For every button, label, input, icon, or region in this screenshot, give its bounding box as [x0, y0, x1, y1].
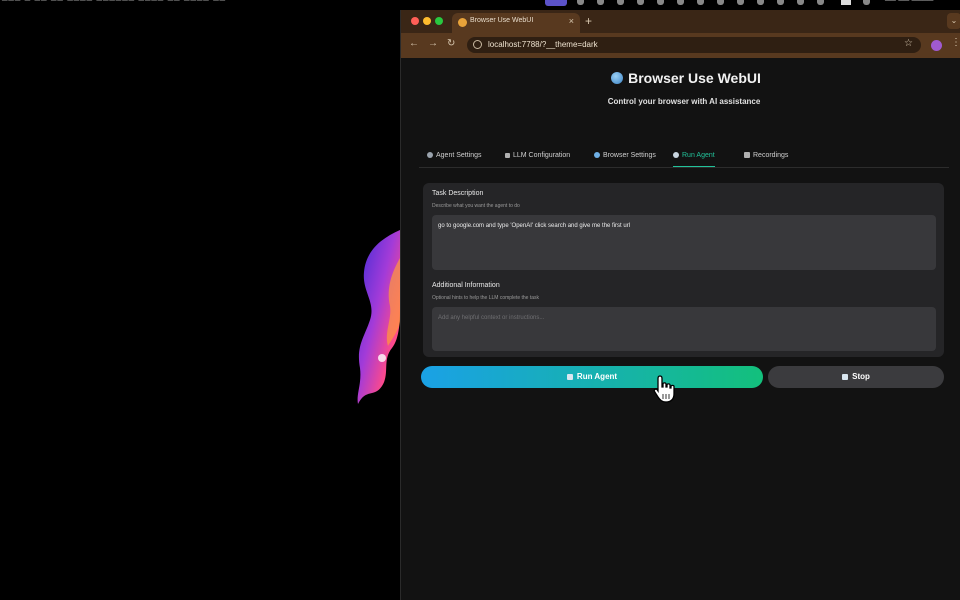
menubar-status-area: ━━ ━━ ━━━━ — [545, 0, 960, 6]
browser-tab[interactable]: Browser Use WebUI × — [452, 13, 580, 33]
tab-agent-settings[interactable]: Agent Settings — [427, 152, 482, 166]
bookmark-star-icon[interactable]: ☆ — [904, 38, 913, 49]
tab-search-button[interactable]: ⌄ — [947, 13, 960, 29]
task-description-label: Task Description — [432, 190, 484, 197]
gear-icon — [427, 152, 433, 158]
run-agent-button[interactable]: Run Agent — [421, 366, 763, 388]
macos-menubar: ━━━ ━ ━━ ━━ ━━━━ ━━━━━━ ━━━━ ━━ ━━━━ ━━ … — [0, 0, 960, 6]
webui-app: Browser Use WebUI Control your browser w… — [401, 58, 960, 600]
robot-icon — [673, 152, 679, 158]
task-description-hint: Describe what you want the agent to do — [432, 203, 520, 209]
stop-label-wrap: Stop — [768, 372, 944, 381]
stop-label: Stop — [852, 372, 870, 381]
additional-information-label: Additional Information — [432, 282, 500, 289]
favicon-icon — [458, 18, 467, 27]
tab-label: Agent Settings — [436, 152, 482, 159]
tab-llm-configuration[interactable]: LLM Configuration — [505, 152, 570, 166]
menubar-status-icon[interactable] — [677, 0, 684, 5]
menubar-status-icon[interactable] — [577, 0, 584, 5]
browser-menu-button[interactable]: ⋮ — [951, 37, 960, 48]
tab-label: Recordings — [753, 152, 789, 159]
film-icon — [744, 152, 750, 158]
browser-window: Browser Use WebUI × + ⌄ ← → ↻ localhost:… — [400, 10, 960, 600]
new-tab-button[interactable]: + — [585, 14, 592, 28]
page-title-text: Browser Use WebUI — [628, 70, 761, 86]
browser-tab-strip: Browser Use WebUI × + ⌄ — [401, 10, 960, 33]
window-minimize-button[interactable] — [423, 17, 431, 25]
tab-run-agent[interactable]: Run Agent — [673, 152, 715, 167]
battery-icon[interactable] — [841, 0, 851, 5]
tab-label: LLM Configuration — [513, 152, 571, 159]
run-agent-label-wrap: Run Agent — [421, 372, 763, 381]
browser-toolbar: ← → ↻ localhost:7788/?__theme=dark ☆ ⋮ — [401, 33, 960, 58]
window-zoom-button[interactable] — [435, 17, 443, 25]
browser-tab-title: Browser Use WebUI — [470, 17, 534, 24]
task-panel: Task Description Describe what you want … — [423, 183, 944, 357]
menubar-status-icon[interactable] — [737, 0, 744, 5]
address-bar[interactable]: localhost:7788/?__theme=dark ☆ — [467, 37, 921, 53]
app-tab-bar: Agent Settings LLM Configuration Browser… — [419, 152, 949, 168]
additional-information-hint: Optional hints to help the LLM complete … — [432, 295, 540, 301]
menubar-status-icon[interactable] — [697, 0, 704, 5]
menubar-clock[interactable]: ━━ ━━ ━━━━ — [885, 0, 933, 6]
close-tab-icon[interactable]: × — [569, 16, 574, 26]
tab-browser-settings[interactable]: Browser Settings — [594, 152, 656, 166]
task-description-value: go to google.com and type 'OpenAI' click… — [438, 223, 631, 229]
globe-icon — [594, 152, 600, 158]
task-description-textarea[interactable]: go to google.com and type 'OpenAI' click… — [432, 215, 936, 270]
back-button[interactable]: ← — [409, 38, 419, 49]
forward-button[interactable]: → — [428, 38, 438, 49]
menubar-status-icon[interactable] — [717, 0, 724, 5]
menubar-status-icon[interactable] — [797, 0, 804, 5]
stop-icon — [842, 374, 849, 380]
control-center-icon[interactable] — [863, 0, 870, 5]
profile-avatar[interactable] — [931, 40, 942, 51]
robot-icon — [566, 374, 573, 380]
hand-pointer-cursor-icon — [653, 375, 675, 403]
tab-label: Run Agent — [682, 152, 715, 159]
menubar-status-icon[interactable] — [817, 0, 824, 5]
reload-button[interactable]: ↻ — [447, 38, 455, 49]
additional-information-placeholder: Add any helpful context or instructions.… — [438, 315, 545, 321]
additional-information-textarea[interactable]: Add any helpful context or instructions.… — [432, 307, 936, 351]
site-info-icon[interactable] — [473, 40, 482, 49]
wallpaper-flame-image — [357, 230, 400, 404]
window-close-button[interactable] — [411, 17, 419, 25]
run-agent-label: Run Agent — [576, 372, 618, 381]
page-subtitle: Control your browser with AI assistance — [607, 97, 761, 106]
menubar-status-icon[interactable] — [757, 0, 764, 5]
menubar-status-icon[interactable] — [657, 0, 664, 5]
menubar-status-icon[interactable] — [637, 0, 644, 5]
tab-label: Browser Settings — [603, 152, 656, 159]
page-title: Browser Use WebUI — [401, 70, 960, 86]
url-text[interactable]: localhost:7788/?__theme=dark — [488, 40, 598, 49]
menubar-items: ━━━ ━ ━━ ━━ ━━━━ ━━━━━━ ━━━━ ━━ ━━━━ ━━ — [2, 0, 227, 5]
menubar-status-icon[interactable] — [777, 0, 784, 5]
tab-recordings[interactable]: Recordings — [744, 152, 788, 166]
stop-button[interactable]: Stop — [768, 366, 944, 388]
menubar-status-icon[interactable] — [617, 0, 624, 5]
wrench-icon — [505, 153, 510, 158]
globe-icon — [611, 72, 624, 84]
menubar-status-icon[interactable] — [597, 0, 604, 5]
menubar-active-app-icon[interactable] — [545, 0, 567, 6]
